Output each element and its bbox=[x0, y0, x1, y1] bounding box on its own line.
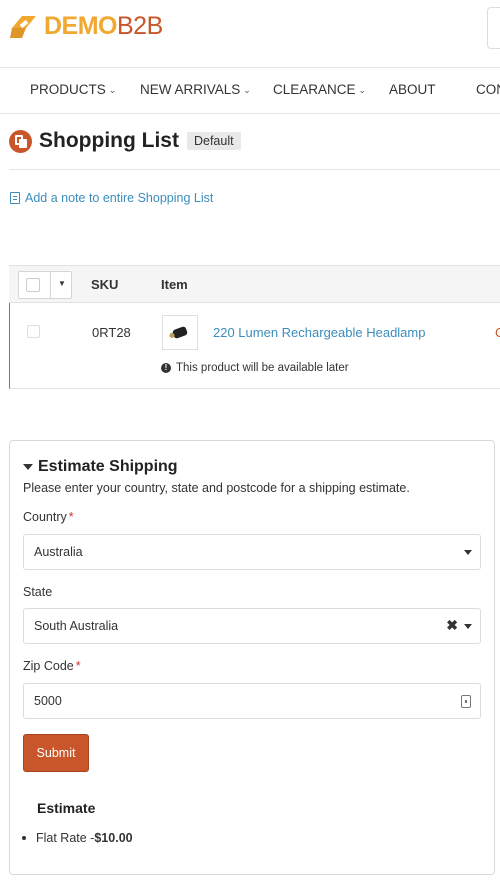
estimate-result-item: Flat Rate - $10.00 bbox=[22, 831, 133, 845]
logo-b2b: B2B bbox=[117, 12, 163, 40]
site-header: DEMOB2B bbox=[0, 0, 500, 68]
zip-label: Zip Code * bbox=[23, 659, 81, 673]
sku-cell: 0RT28 bbox=[92, 325, 131, 340]
caret-down-icon bbox=[464, 550, 472, 555]
page-title-row: Shopping List Default bbox=[9, 129, 241, 153]
truncated-cell: C bbox=[495, 325, 500, 340]
state-value: South Australia bbox=[34, 619, 119, 633]
zip-input[interactable]: 5000 bbox=[23, 683, 481, 719]
logo-mark-icon bbox=[10, 16, 36, 38]
country-select[interactable]: Australia bbox=[23, 534, 481, 570]
column-header-sku[interactable]: SKU bbox=[91, 277, 118, 292]
country-label-text: Country bbox=[23, 510, 67, 524]
required-mark: * bbox=[75, 659, 81, 673]
note-icon bbox=[10, 192, 20, 204]
zip-label-text: Zip Code bbox=[23, 659, 74, 673]
state-label: State bbox=[23, 585, 53, 599]
estimate-shipping-title: Estimate Shipping bbox=[38, 458, 178, 475]
state-select[interactable]: South Australia ✖ bbox=[23, 608, 481, 644]
add-note-link[interactable]: Add a note to entire Shopping List bbox=[10, 191, 213, 205]
caret-down-icon bbox=[464, 624, 472, 629]
chevron-down-icon: ⌄ bbox=[358, 85, 367, 95]
bullet bbox=[22, 836, 26, 840]
shopping-list-icon bbox=[9, 129, 32, 153]
estimate-shipping-panel: Estimate Shipping Please enter your coun… bbox=[9, 440, 495, 875]
caret-down-icon[interactable]: ▼ bbox=[58, 279, 66, 298]
nav-item-about[interactable]: ABOUT bbox=[389, 82, 436, 97]
chevron-down-icon: ⌄ bbox=[243, 85, 251, 95]
shipping-price: $10.00 bbox=[94, 831, 133, 845]
column-header-item[interactable]: Item bbox=[161, 277, 188, 292]
country-label: Country * bbox=[23, 510, 74, 524]
nav-item-contact[interactable]: CON bbox=[476, 82, 500, 97]
table-row: 0RT28 220 Lumen Rechargeable Headlamp C bbox=[9, 303, 500, 389]
contact-card-icon bbox=[461, 695, 471, 708]
nav-label: PRODUCTS bbox=[30, 82, 106, 97]
nav-label: NEW ARRIVALS bbox=[140, 82, 241, 97]
availability-note: ! This product will be available later bbox=[161, 362, 349, 374]
estimate-description: Please enter your country, state and pos… bbox=[23, 481, 410, 495]
clear-icon[interactable]: ✖ bbox=[446, 617, 458, 634]
required-mark: * bbox=[68, 510, 74, 524]
product-thumbnail[interactable] bbox=[162, 315, 198, 350]
select-all-checkbox[interactable] bbox=[26, 278, 40, 292]
divider bbox=[9, 169, 500, 170]
country-value: Australia bbox=[34, 545, 83, 559]
estimate-result-title: Estimate bbox=[37, 800, 96, 816]
headlamp-image bbox=[171, 325, 189, 340]
nav-item-products[interactable]: PRODUCTS ⌄ bbox=[30, 82, 116, 97]
row-checkbox[interactable] bbox=[27, 325, 40, 338]
submit-button[interactable]: Submit bbox=[23, 734, 89, 772]
shipping-method: Flat Rate - bbox=[36, 831, 95, 845]
logo-text: DEMOB2B bbox=[44, 10, 163, 42]
availability-text: This product will be available later bbox=[176, 362, 349, 374]
exclamation-icon: ! bbox=[161, 363, 171, 373]
main-nav: PRODUCTS ⌄ NEW ARRIVALS ⌄ CLEARANCE ⌄ ABOUT… bbox=[0, 68, 500, 114]
nav-label: ABOUT bbox=[389, 82, 436, 97]
chevron-down-icon: ⌄ bbox=[108, 85, 117, 95]
select-all-control[interactable]: ▼ bbox=[18, 271, 72, 299]
logo[interactable]: DEMOB2B bbox=[8, 10, 163, 42]
header-search-box[interactable] bbox=[487, 7, 500, 49]
product-link[interactable]: 220 Lumen Rechargeable Headlamp bbox=[213, 325, 425, 340]
add-note-label: Add a note to entire Shopping List bbox=[25, 191, 214, 205]
estimate-shipping-toggle[interactable]: Estimate Shipping bbox=[23, 458, 178, 476]
table-header: ▼ SKU Item bbox=[9, 265, 500, 303]
zip-value: 5000 bbox=[34, 694, 62, 708]
logo-demo: DEMO bbox=[44, 12, 118, 40]
nav-item-new-arrivals[interactable]: NEW ARRIVALS ⌄ bbox=[140, 82, 251, 97]
nav-label: CON bbox=[476, 82, 500, 97]
shopping-list-table: ▼ SKU Item 0RT28 220 Lumen Rechargeable … bbox=[9, 265, 500, 389]
page-title: Shopping List bbox=[39, 129, 179, 152]
caret-down-icon bbox=[23, 464, 33, 470]
nav-item-clearance[interactable]: CLEARANCE ⌄ bbox=[273, 82, 366, 97]
nav-label: CLEARANCE bbox=[273, 82, 356, 97]
default-badge: Default bbox=[186, 132, 241, 150]
